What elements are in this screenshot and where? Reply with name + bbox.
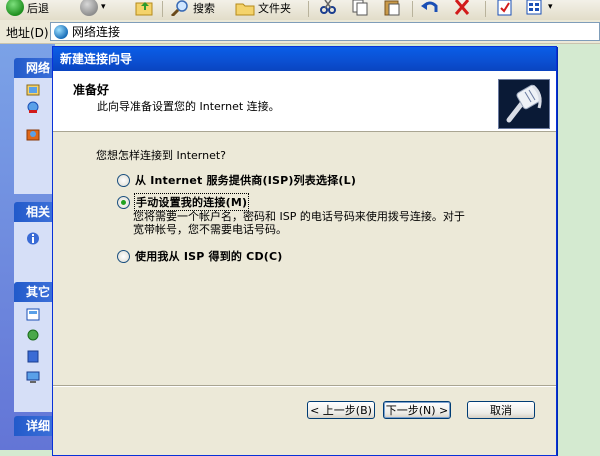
scissors-icon (320, 0, 336, 14)
back-arrow-icon (6, 0, 24, 16)
up-folder-button[interactable] (135, 0, 155, 20)
cancel-button[interactable]: 取消 (467, 401, 535, 419)
task-group-header[interactable]: 网络 (14, 58, 52, 78)
task-group-other: 其它 (14, 282, 52, 412)
wizard-step-title: 准备好 (73, 83, 110, 97)
network-connections-icon (54, 24, 68, 39)
forward-button[interactable]: ▾ (80, 0, 106, 20)
option-manual-setup-label: 手动设置我的连接(M) (133, 193, 250, 211)
manual-setup-description: 您将需要一个帐户名，密码和 ISP 的电话号码来使用拨号连接。对于 宽带帐号，您… (133, 210, 465, 236)
paste-icon (384, 0, 400, 16)
radio-manual-setup[interactable] (117, 195, 130, 209)
back-button[interactable]: < 上一步(B) (307, 401, 375, 419)
option-isp-list-label: 从 Internet 服务提供商(ISP)列表选择(L) (135, 174, 357, 187)
copy-icon (352, 0, 368, 16)
radio-isp-cd[interactable] (117, 249, 130, 263)
chevron-down-icon: ▾ (101, 2, 106, 12)
next-button[interactable]: 下一步(N) > (383, 401, 451, 419)
views-icon (526, 0, 542, 15)
option-isp-cd-label: 使用我从 ISP 得到的 CD(C) (135, 250, 283, 263)
control-panel-icon[interactable] (26, 308, 40, 321)
network-setup-icon[interactable] (26, 101, 40, 114)
properties-button[interactable] (495, 0, 515, 20)
cut-button[interactable] (318, 0, 338, 20)
task-group-header[interactable]: 其它 (14, 282, 52, 302)
firewall-icon[interactable] (26, 128, 40, 141)
task-group-header[interactable]: 详细 (14, 416, 52, 436)
network-cable-icon (498, 79, 550, 129)
my-computer-icon[interactable] (26, 371, 40, 384)
wizard-header: 准备好 此向导准备设置您的 Internet 连接。 (53, 71, 556, 132)
folder-icon (235, 3, 255, 16)
forward-arrow-icon (80, 0, 98, 16)
toolbar-separator (412, 1, 413, 17)
copy-button[interactable] (350, 0, 370, 20)
address-bar: 地址(D) 网络连接 (0, 20, 600, 44)
toolbar-separator (162, 1, 163, 17)
info-icon[interactable] (26, 232, 40, 245)
task-group-body (14, 78, 52, 194)
option-manual-setup[interactable]: 手动设置我的连接(M) (117, 193, 250, 211)
delete-x-icon (454, 0, 470, 15)
views-button[interactable]: ▾ (525, 0, 553, 20)
task-group-network: 网络 (14, 58, 52, 194)
up-folder-icon (135, 2, 153, 16)
task-pane: 网络 相关 其它 详细 (0, 44, 55, 450)
wizard-step-subtitle: 此向导准备设置您的 Internet 连接。 (97, 100, 280, 113)
back-button[interactable]: 后退 (6, 0, 49, 20)
dialog-title[interactable]: 新建连接向导 (53, 47, 556, 71)
task-group-body (14, 302, 52, 412)
search-button[interactable]: 搜索 (170, 0, 215, 20)
radio-isp-list[interactable] (117, 173, 130, 187)
search-icon (170, 0, 188, 16)
my-network-places-icon[interactable] (26, 329, 40, 342)
paste-button[interactable] (382, 0, 402, 20)
footer-divider (53, 385, 556, 387)
option-isp-list[interactable]: 从 Internet 服务提供商(ISP)列表选择(L) (117, 172, 356, 188)
chevron-down-icon: ▾ (548, 2, 553, 12)
address-label: 地址(D) (6, 26, 49, 40)
connection-question: 您想怎样连接到 Internet? (96, 149, 227, 162)
task-group-body (14, 222, 52, 284)
explorer-toolbar: 后退 ▾ 搜索 文件夹 ▾ (0, 0, 600, 21)
wizard-content: 您想怎样连接到 Internet? 从 Internet 服务提供商(ISP)列… (53, 132, 556, 382)
task-group-header[interactable]: 相关 (14, 202, 52, 222)
task-group-details: 详细 (14, 416, 52, 436)
undo-icon (421, 1, 438, 12)
toolbar-separator (485, 1, 486, 17)
create-connection-icon[interactable] (26, 84, 40, 97)
folders-button[interactable]: 文件夹 (235, 0, 291, 20)
delete-button[interactable] (452, 0, 472, 20)
properties-icon (497, 0, 512, 16)
my-documents-icon[interactable] (26, 350, 40, 363)
new-connection-wizard-dialog: 新建连接向导 准备好 此向导准备设置您的 Internet 连接。 您想怎样连接… (52, 46, 557, 456)
task-group-related: 相关 (14, 202, 52, 284)
address-field[interactable]: 网络连接 (50, 22, 600, 41)
option-isp-cd[interactable]: 使用我从 ISP 得到的 CD(C) (117, 248, 283, 264)
toolbar-separator (308, 1, 309, 17)
undo-button[interactable] (420, 0, 440, 20)
address-value: 网络连接 (72, 25, 121, 39)
